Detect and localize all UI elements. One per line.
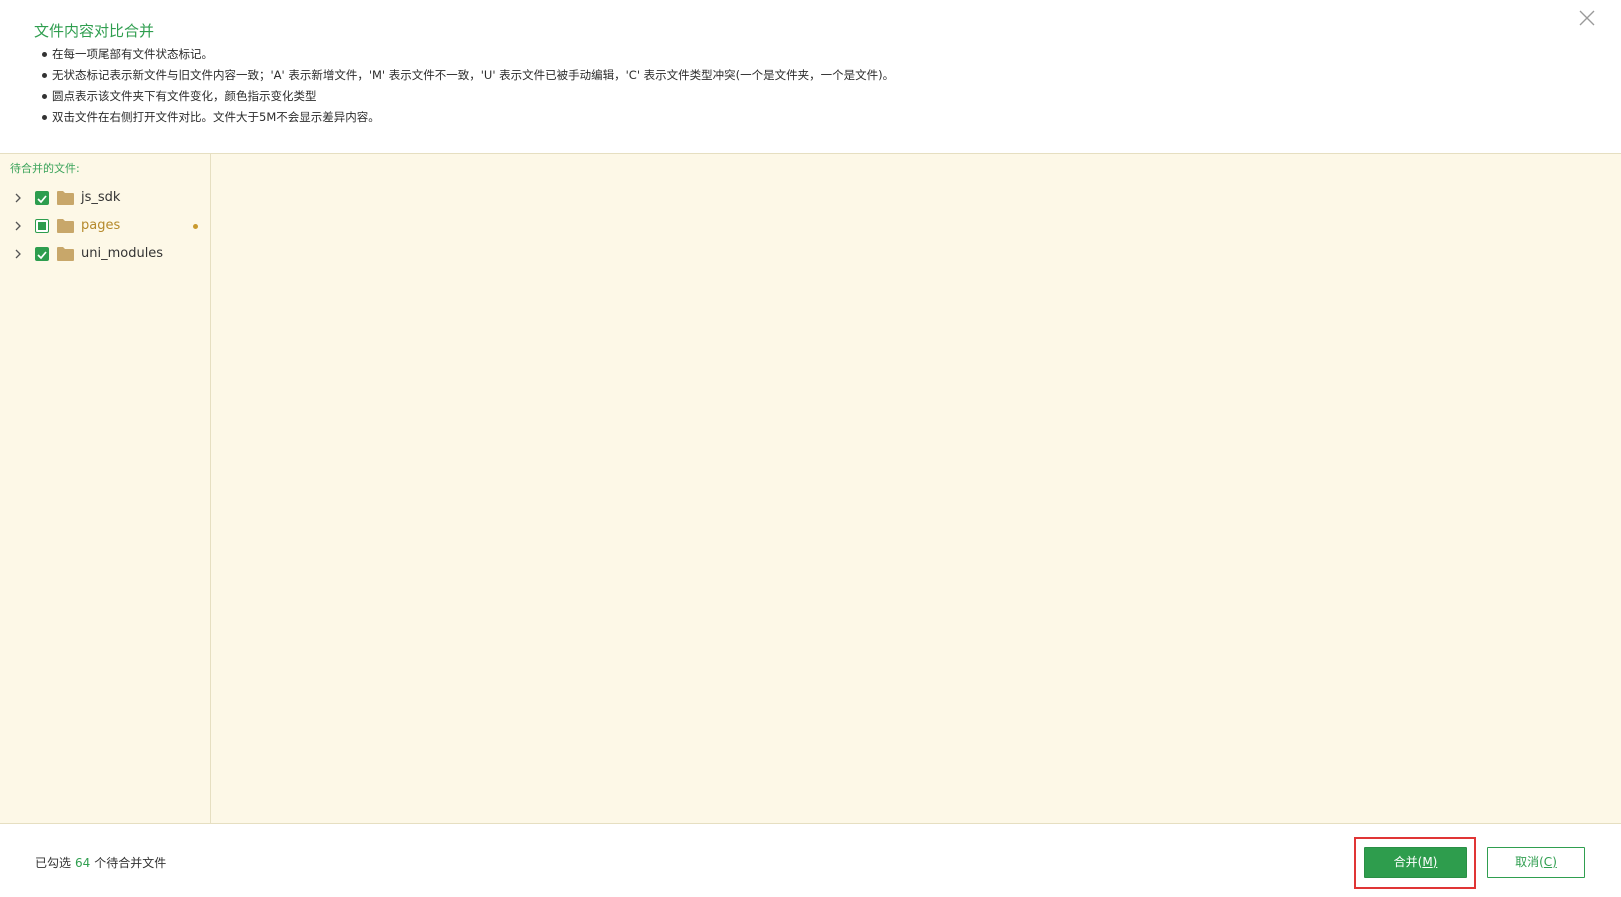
- tree-item-checkbox[interactable]: [35, 219, 49, 233]
- merge-label-close: ): [1432, 855, 1438, 869]
- tree-item-js-sdk[interactable]: js_sdk: [0, 184, 210, 212]
- cancel-label-close: ): [1552, 855, 1557, 869]
- cancel-label: 取消(: [1515, 855, 1544, 869]
- dialog-footer: 已勾选 64 个待合并文件 合并(M) 取消(C): [0, 823, 1621, 897]
- file-tree-label: 待合并的文件:: [10, 162, 80, 175]
- tree-item-pages[interactable]: pages: [0, 212, 210, 240]
- dialog-body: 待合并的文件: js_sdk pages uni_modules: [0, 154, 1621, 823]
- chevron-right-icon[interactable]: [12, 248, 24, 260]
- merge-dialog: 文件内容对比合并 在每一项尾部有文件状态标记。 无状态标记表示新文件与旧文件内容…: [0, 0, 1621, 897]
- tree-item-label: js_sdk: [81, 190, 121, 205]
- close-button[interactable]: [1575, 6, 1599, 30]
- instruction-item: 圆点表示该文件夹下有文件变化，颜色指示变化类型: [40, 86, 894, 107]
- tree-item-label: pages: [81, 218, 121, 233]
- check-icon: [37, 195, 47, 204]
- chevron-right-icon[interactable]: [12, 192, 24, 204]
- dialog-title: 文件内容对比合并: [34, 22, 155, 40]
- selected-count: 64: [75, 856, 91, 870]
- file-tree-panel: 待合并的文件: js_sdk pages uni_modules: [0, 154, 211, 823]
- status-suffix: 个待合并文件: [94, 856, 167, 870]
- merge-label: 合并(: [1393, 855, 1423, 869]
- instruction-item: 在每一项尾部有文件状态标记。: [40, 44, 894, 65]
- file-tree: js_sdk pages uni_modules: [0, 184, 210, 268]
- tree-item-uni-modules[interactable]: uni_modules: [0, 240, 210, 268]
- instruction-item: 双击文件在右侧打开文件对比。文件大于5M不会显示差异内容。: [40, 107, 894, 128]
- folder-icon: [57, 219, 74, 233]
- instruction-item: 无状态标记表示新文件与旧文件内容一致；'A' 表示新增文件，'M' 表示文件不一…: [40, 65, 894, 86]
- status-prefix: 已勾选: [35, 856, 72, 870]
- merge-shortcut: M: [1422, 855, 1433, 869]
- folder-icon: [57, 247, 74, 261]
- diff-view-panel[interactable]: [211, 154, 1621, 823]
- dialog-header: 文件内容对比合并 在每一项尾部有文件状态标记。 无状态标记表示新文件与旧文件内容…: [0, 0, 1621, 154]
- change-indicator-dot: [193, 224, 198, 229]
- chevron-right-icon[interactable]: [12, 220, 24, 232]
- cancel-shortcut: C: [1543, 855, 1553, 869]
- partial-check-icon: [38, 222, 46, 230]
- close-icon: [1579, 10, 1595, 26]
- tree-item-checkbox[interactable]: [35, 191, 49, 205]
- cancel-button[interactable]: 取消(C): [1487, 847, 1585, 878]
- tree-item-label: uni_modules: [81, 246, 164, 261]
- merge-button[interactable]: 合并(M): [1364, 847, 1467, 878]
- check-icon: [37, 251, 47, 260]
- tree-item-checkbox[interactable]: [35, 247, 49, 261]
- instructions-list: 在每一项尾部有文件状态标记。 无状态标记表示新文件与旧文件内容一致；'A' 表示…: [40, 44, 894, 128]
- selection-status: 已勾选 64 个待合并文件: [35, 854, 166, 871]
- folder-icon: [57, 191, 74, 205]
